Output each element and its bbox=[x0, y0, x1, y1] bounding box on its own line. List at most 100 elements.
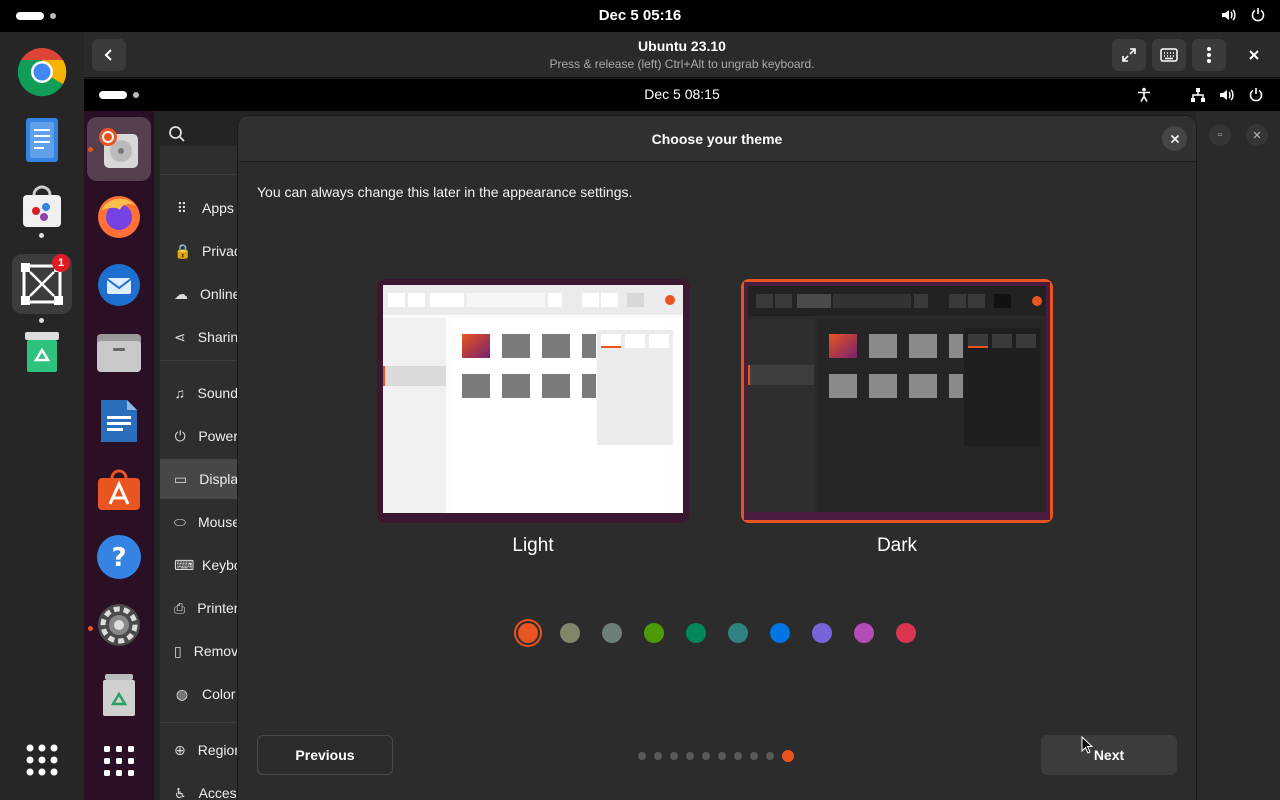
sidebar-item-mouse[interactable]: ⬭ Mouse & Touchpad bbox=[160, 502, 238, 542]
host-system-tray[interactable] bbox=[1220, 6, 1266, 24]
guest-dock-writer[interactable] bbox=[87, 389, 151, 453]
guest-show-apps-button[interactable] bbox=[87, 729, 151, 793]
sidebar-item-label: Removable Media bbox=[193, 643, 238, 659]
accent-color-swatch[interactable] bbox=[602, 623, 622, 643]
sidebar-item-printers[interactable]: ⎙ Printers bbox=[160, 588, 238, 628]
guest-dock-files[interactable] bbox=[87, 321, 151, 385]
mouse-icon: ⬭ bbox=[174, 513, 186, 530]
lock-icon: 🔒 bbox=[174, 242, 192, 259]
sidebar-item-displays[interactable]: ▭ Displays bbox=[160, 459, 238, 499]
dialog-description: You can always change this later in the … bbox=[257, 184, 633, 200]
sidebar-item-privacy[interactable]: 🔒 Privacy bbox=[160, 231, 238, 271]
maximize-button[interactable]: ▫ bbox=[1209, 124, 1231, 146]
host-clock[interactable]: Dec 5 05:16 bbox=[0, 7, 1280, 24]
accent-color-swatch[interactable] bbox=[770, 623, 790, 643]
chrome-icon bbox=[17, 48, 67, 97]
keyboard-button[interactable] bbox=[1152, 39, 1186, 71]
sidebar-item-keyboard[interactable]: ⌨ Keyboard bbox=[160, 545, 238, 585]
app-grid-icon bbox=[26, 744, 58, 776]
light-theme-preview bbox=[380, 282, 686, 520]
guest-clock[interactable]: Dec 5 08:15 bbox=[84, 86, 1280, 102]
sidebar-item-region[interactable]: ⊕ Region & Language bbox=[160, 730, 238, 770]
accent-color-swatch[interactable] bbox=[728, 623, 748, 643]
close-icon bbox=[1170, 134, 1179, 143]
sidebar-item-label: Power bbox=[198, 428, 238, 444]
settings-close-button[interactable]: ✕ bbox=[1246, 124, 1268, 146]
guest-system-tray[interactable] bbox=[1136, 86, 1264, 104]
settings-search-button[interactable] bbox=[168, 125, 186, 148]
guest-dock: ? bbox=[84, 111, 154, 800]
sidebar-item-power[interactable]: ⏻ Power bbox=[160, 416, 238, 456]
sidebar-item-label: Apps bbox=[202, 200, 234, 216]
show-apps-button[interactable] bbox=[12, 730, 72, 790]
mouse-cursor-icon bbox=[1081, 736, 1094, 754]
guest-dock-settings[interactable] bbox=[87, 593, 151, 657]
power-icon bbox=[1249, 88, 1263, 102]
app-center-icon bbox=[98, 469, 140, 510]
fullscreen-button[interactable] bbox=[1112, 39, 1146, 71]
sidebar-item-apps[interactable]: ⠿ Apps bbox=[160, 188, 238, 228]
guest-dock-app-center[interactable] bbox=[87, 457, 151, 521]
sidebar-item-label: Online Accounts bbox=[200, 286, 238, 302]
accent-color-swatch[interactable] bbox=[854, 623, 874, 643]
printer-icon: ⎙ bbox=[174, 599, 186, 616]
previous-button[interactable]: Previous bbox=[257, 735, 393, 775]
firefox-icon bbox=[98, 196, 140, 238]
page-dot bbox=[654, 752, 662, 760]
page-dot bbox=[702, 752, 710, 760]
accent-color-swatch[interactable] bbox=[686, 623, 706, 643]
sidebar-item-online-accounts[interactable]: ☁ Online Accounts bbox=[160, 274, 238, 314]
dock-software-store[interactable] bbox=[12, 178, 72, 238]
page-dot-current bbox=[782, 750, 794, 762]
next-button[interactable]: Next bbox=[1041, 735, 1177, 775]
sidebar-item-label: Displays bbox=[199, 471, 238, 487]
dock-chrome[interactable] bbox=[12, 42, 72, 102]
page-dot bbox=[638, 752, 646, 760]
app-grid-icon bbox=[104, 746, 134, 776]
accent-color-swatch[interactable] bbox=[518, 623, 538, 643]
sidebar-item-label: Keyboard bbox=[202, 557, 238, 573]
theme-label-light: Light bbox=[512, 535, 554, 556]
guest-dock-firefox[interactable] bbox=[87, 185, 151, 249]
sidebar-item-sharing[interactable]: ⋖ Sharing bbox=[160, 317, 238, 357]
guest-dock-trash[interactable] bbox=[87, 663, 151, 727]
dock-trash[interactable] bbox=[12, 322, 72, 382]
share-icon: ⋖ bbox=[174, 328, 186, 345]
close-icon: ✕ bbox=[1252, 129, 1262, 142]
accent-color-swatch[interactable] bbox=[560, 623, 580, 643]
accessibility-icon: ♿ bbox=[174, 784, 187, 800]
accent-color-swatch[interactable] bbox=[644, 623, 664, 643]
sidebar-item-color[interactable]: ◍ Color bbox=[160, 674, 238, 714]
vm-title: Ubuntu 23.10 bbox=[638, 38, 726, 54]
vm-window-header: Ubuntu 23.10 Press & release (left) Ctrl… bbox=[84, 32, 1280, 78]
guest-dock-installer[interactable] bbox=[87, 117, 151, 181]
theme-option-light[interactable] bbox=[377, 279, 689, 523]
accent-color-swatch[interactable] bbox=[812, 623, 832, 643]
color-icon: ◍ bbox=[175, 685, 189, 702]
dialog-close-button[interactable] bbox=[1162, 126, 1187, 151]
guest-dock-help[interactable]: ? bbox=[87, 525, 151, 589]
accent-color-swatch[interactable] bbox=[896, 623, 916, 643]
running-indicator bbox=[88, 626, 93, 631]
search-icon bbox=[169, 126, 185, 142]
page-dot bbox=[686, 752, 694, 760]
sidebar-item-label: Accessibility bbox=[198, 785, 238, 800]
page-dot bbox=[670, 752, 678, 760]
page-dot bbox=[766, 752, 774, 760]
menu-button[interactable] bbox=[1192, 39, 1226, 71]
theme-dialog: Choose your theme You can always change … bbox=[238, 116, 1196, 800]
vm-close-button[interactable] bbox=[1238, 39, 1270, 71]
dock-virtual-machine[interactable]: 1 bbox=[12, 254, 72, 314]
running-indicator bbox=[88, 147, 93, 152]
dock-text-editor[interactable] bbox=[12, 110, 72, 170]
settings-content-edge bbox=[1196, 111, 1280, 800]
sidebar-item-accessibility[interactable]: ♿ Accessibility bbox=[160, 773, 238, 800]
sidebar-item-removable-media[interactable]: ▯ Removable Media bbox=[160, 631, 238, 671]
settings-sidebar: ⠿ Apps 🔒 Privacy ☁ Online Accounts ⋖ Sharing… bbox=[160, 146, 238, 800]
theme-option-dark[interactable] bbox=[741, 279, 1053, 523]
network-wired-icon bbox=[1191, 88, 1205, 102]
sidebar-item-sound[interactable]: ♫ Sound bbox=[160, 373, 239, 413]
help-icon: ? bbox=[97, 535, 141, 579]
guest-dock-thunderbird[interactable] bbox=[87, 253, 151, 317]
accent-color-picker bbox=[238, 622, 1196, 646]
